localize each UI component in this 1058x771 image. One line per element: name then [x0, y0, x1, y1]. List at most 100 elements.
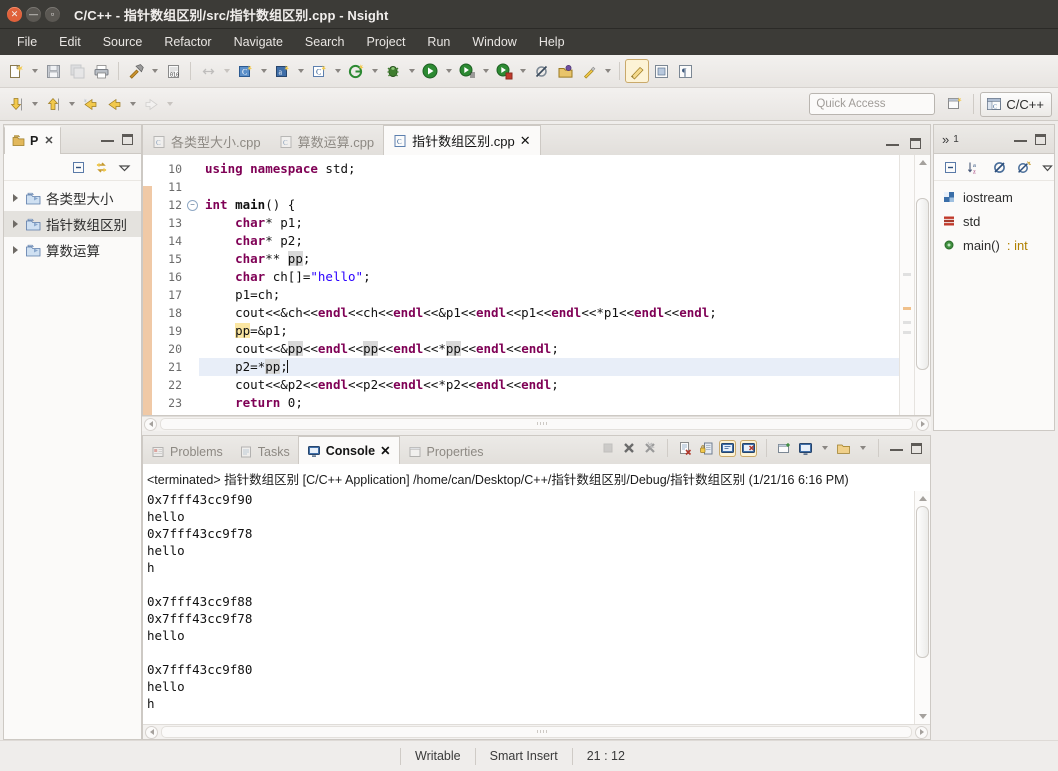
new-c-source-icon[interactable]: a	[270, 59, 294, 83]
forward-dropdown-icon[interactable]	[163, 92, 176, 116]
hscrollbar-track[interactable]	[161, 726, 912, 738]
link-with-editor-icon[interactable]	[93, 159, 110, 176]
editor-vertical-scrollbar[interactable]	[914, 155, 930, 415]
back-icon[interactable]	[102, 92, 126, 116]
menu-search[interactable]: Search	[294, 32, 356, 52]
remove-launch-icon[interactable]	[620, 440, 637, 457]
forward-icon[interactable]	[139, 92, 163, 116]
run-configurations-dropdown-icon[interactable]	[479, 59, 492, 83]
quick-access-input[interactable]: Quick Access	[809, 93, 936, 115]
open-type-icon[interactable]	[553, 59, 577, 83]
build-hammer-icon[interactable]	[124, 59, 148, 83]
hscrollbar-track[interactable]	[160, 418, 913, 430]
overview-ruler[interactable]	[899, 155, 914, 415]
save-all-icon[interactable]	[65, 59, 89, 83]
new-file-dropdown-icon[interactable]	[28, 59, 41, 83]
scroll-lock-icon[interactable]	[698, 440, 715, 457]
menu-source[interactable]: Source	[92, 32, 154, 52]
code-line[interactable]	[199, 178, 899, 196]
search-dropdown-icon[interactable]	[601, 59, 614, 83]
editor-tab-1[interactable]: C 算数运算.cpp	[270, 128, 384, 155]
collapse-all-icon[interactable]	[70, 159, 87, 176]
code-line[interactable]: int main() {	[199, 196, 899, 214]
tree-item-project-1[interactable]: 指针数组区别	[4, 211, 141, 237]
scroll-right-icon[interactable]	[915, 725, 928, 739]
outline-item-2[interactable]: main() : int	[934, 233, 1054, 257]
last-edit-location-icon[interactable]	[78, 92, 102, 116]
editor-body[interactable]: 10 11 12 13 14 15 16 17 18 19 20 21 22 2…	[142, 155, 931, 416]
menu-help[interactable]: Help	[528, 32, 576, 52]
view-overflow-indicator[interactable]: » 1	[934, 126, 963, 153]
minimize-console-icon[interactable]	[890, 446, 903, 451]
next-annotation-icon[interactable]	[4, 92, 28, 116]
new-c-class-dropdown-icon[interactable]	[257, 59, 270, 83]
close-icon[interactable]: ✕	[520, 133, 531, 149]
new-c-source-dropdown-icon[interactable]	[294, 59, 307, 83]
tab-console[interactable]: Console ✕	[297, 436, 400, 464]
code-line[interactable]: return 0;	[199, 394, 899, 412]
open-perspective-icon[interactable]	[943, 92, 967, 116]
show-console-on-error-icon[interactable]	[740, 439, 757, 457]
outline-item-1[interactable]: std	[934, 209, 1054, 233]
save-icon[interactable]	[41, 59, 65, 83]
editor-tab-0[interactable]: C 各类型大小.cpp	[143, 128, 270, 155]
scroll-left-icon[interactable]	[145, 725, 158, 739]
console-output-area[interactable]: 0x7fff43cc9f90 hello 0x7fff43cc9f78 hello h …	[143, 491, 930, 724]
debug-dropdown-icon[interactable]	[405, 59, 418, 83]
run-target-icon[interactable]	[344, 59, 368, 83]
link-editors-icon[interactable]	[196, 59, 220, 83]
open-console-icon[interactable]	[835, 440, 852, 457]
menu-file[interactable]: File	[6, 32, 48, 52]
maximize-console-icon[interactable]	[911, 442, 922, 454]
hide-static-icon[interactable]	[1016, 159, 1031, 176]
debug-bug-icon[interactable]	[381, 59, 405, 83]
previous-annotation-icon[interactable]	[41, 92, 65, 116]
show-whitespace-icon[interactable]: ¶	[673, 59, 697, 83]
new-c-class-icon[interactable]: C	[233, 59, 257, 83]
scrollbar-thumb[interactable]	[916, 198, 929, 370]
stop-marker-icon[interactable]	[492, 59, 516, 83]
link-editors-dropdown-icon[interactable]	[220, 59, 233, 83]
tab-problems[interactable]: Problems	[143, 439, 231, 464]
menu-refactor[interactable]: Refactor	[153, 32, 222, 52]
tree-item-project-2[interactable]: 算数运算	[4, 237, 141, 263]
search-icon[interactable]	[577, 59, 601, 83]
open-console-dropdown-icon[interactable]	[856, 436, 869, 460]
console-horizontal-scrollbar[interactable]	[143, 724, 930, 739]
expand-arrow-icon[interactable]	[9, 246, 21, 254]
tab-project-explorer[interactable]: P ✕	[4, 125, 61, 154]
code-line[interactable]: cout<<&ch<<endl<<ch<<endl<<&p1<<endl<<p1…	[199, 304, 899, 322]
code-line[interactable]: p1=ch;	[199, 286, 899, 304]
code-line[interactable]: cout<<&pp<<endl<<pp<<endl<<*pp<<endl<<en…	[199, 340, 899, 358]
skip-breakpoints-icon[interactable]	[529, 59, 553, 83]
print-icon[interactable]	[89, 59, 113, 83]
new-c-project-icon[interactable]: C	[307, 59, 331, 83]
menu-edit[interactable]: Edit	[48, 32, 92, 52]
previous-annotation-dropdown-icon[interactable]	[65, 92, 78, 116]
tab-tasks[interactable]: Tasks	[231, 439, 298, 464]
menu-navigate[interactable]: Navigate	[223, 32, 294, 52]
back-dropdown-icon[interactable]	[126, 92, 139, 116]
window-minimize-button[interactable]: —	[26, 6, 41, 22]
run-configurations-icon[interactable]	[455, 59, 479, 83]
close-icon[interactable]: ✕	[380, 443, 390, 458]
clear-console-icon[interactable]	[677, 440, 694, 457]
editor-horizontal-scrollbar[interactable]	[142, 416, 931, 431]
scroll-up-icon[interactable]	[917, 493, 928, 504]
maximize-editor-icon[interactable]	[910, 138, 921, 149]
new-file-icon[interactable]	[4, 59, 28, 83]
menu-window[interactable]: Window	[461, 32, 527, 52]
display-selected-console-dropdown-icon[interactable]	[818, 436, 831, 460]
terminate-icon[interactable]	[599, 440, 616, 457]
hide-fields-icon[interactable]	[992, 159, 1007, 176]
code-line[interactable]: char** pp;	[199, 250, 899, 268]
maximize-view-icon[interactable]	[122, 133, 133, 145]
scroll-up-icon[interactable]	[917, 157, 928, 168]
code-line[interactable]: char ch[]="hello";	[199, 268, 899, 286]
display-selected-console-icon[interactable]	[797, 440, 814, 457]
view-menu-icon[interactable]	[1040, 159, 1055, 176]
run-icon[interactable]	[418, 59, 442, 83]
console-vertical-scrollbar[interactable]	[914, 491, 930, 724]
code-line[interactable]: char* p1;	[199, 214, 899, 232]
show-console-on-output-icon[interactable]	[719, 439, 736, 457]
